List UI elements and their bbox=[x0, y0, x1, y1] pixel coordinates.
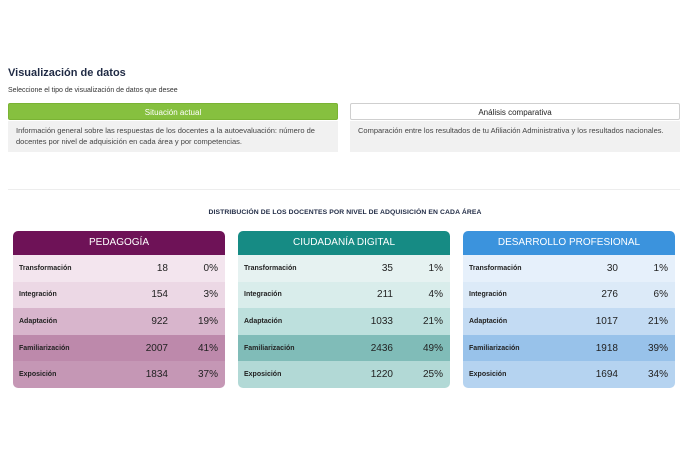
table-row: Transformación 18 0% bbox=[13, 255, 225, 282]
percent-value: 25% bbox=[422, 369, 443, 381]
count-value: 276 bbox=[601, 289, 618, 301]
percent-value: 0% bbox=[203, 262, 218, 274]
count-value: 2007 bbox=[145, 342, 168, 354]
table-row: Familiarización 1918 39% bbox=[463, 334, 675, 362]
table-row: Exposición 1834 37% bbox=[13, 361, 225, 388]
level-label: Exposición bbox=[469, 371, 507, 379]
situacion-actual-description: Información general sobre las respuestas… bbox=[8, 121, 338, 152]
analisis-comparativa-button[interactable]: Análisis comparativa bbox=[350, 103, 680, 120]
count-value: 35 bbox=[381, 262, 393, 274]
percent-value: 3% bbox=[203, 289, 218, 301]
percent-value: 1% bbox=[428, 262, 443, 274]
percent-value: 21% bbox=[647, 315, 668, 327]
count-value: 1918 bbox=[595, 342, 618, 354]
table-row: Transformación 30 1% bbox=[463, 255, 675, 282]
percent-value: 41% bbox=[197, 342, 218, 354]
table-row: Transformación 35 1% bbox=[238, 255, 450, 282]
table-row: Adaptación 922 19% bbox=[13, 308, 225, 335]
card-pedagogia: PEDAGOGÍA Transformación 18 0% Integración… bbox=[13, 231, 225, 388]
table-row: Exposición 1694 34% bbox=[463, 361, 675, 388]
count-value: 2436 bbox=[370, 342, 393, 354]
count-value: 211 bbox=[377, 289, 393, 301]
percent-value: 49% bbox=[422, 342, 443, 354]
level-label: Integración bbox=[469, 291, 507, 299]
section-divider bbox=[8, 189, 680, 190]
count-value: 1220 bbox=[370, 369, 393, 381]
level-label: Integración bbox=[19, 291, 57, 299]
table-row: Familiarización 2007 41% bbox=[13, 334, 225, 362]
percent-value: 34% bbox=[647, 369, 668, 381]
level-label: Integración bbox=[244, 291, 282, 299]
page-subtitle: Seleccione el tipo de visualización de d… bbox=[8, 87, 178, 94]
count-value: 1834 bbox=[145, 369, 168, 381]
level-label: Adaptación bbox=[19, 317, 58, 325]
level-label: Adaptación bbox=[244, 317, 283, 325]
situacion-actual-button[interactable]: Situación actual bbox=[8, 103, 338, 120]
table-row: Adaptación 1033 21% bbox=[238, 308, 450, 335]
count-value: 30 bbox=[606, 262, 618, 274]
card-title: PEDAGOGÍA bbox=[13, 231, 225, 255]
percent-value: 1% bbox=[653, 262, 668, 274]
table-row: Exposición 1220 25% bbox=[238, 361, 450, 388]
level-label: Exposición bbox=[244, 371, 282, 379]
percent-value: 37% bbox=[197, 369, 218, 381]
count-value: 1017 bbox=[595, 315, 618, 327]
analisis-comparativa-description: Comparación entre los resultados de tu A… bbox=[350, 121, 680, 152]
card-ciudadania-digital: CIUDADANÍA DIGITAL Transformación 35 1% In… bbox=[238, 231, 450, 388]
level-label: Familiarización bbox=[469, 344, 520, 352]
card-title: CIUDADANÍA DIGITAL bbox=[238, 231, 450, 255]
page-title: Visualización de datos bbox=[8, 67, 126, 79]
level-label: Transformación bbox=[244, 264, 297, 272]
count-value: 1033 bbox=[370, 315, 393, 327]
card-title: DESARROLLO PROFESIONAL bbox=[463, 231, 675, 255]
distribution-section-title: DISTRIBUCIÓN DE LOS DOCENTES POR NIVEL D… bbox=[208, 209, 482, 216]
percent-value: 6% bbox=[653, 289, 668, 301]
table-row: Integración 154 3% bbox=[13, 281, 225, 309]
count-value: 18 bbox=[156, 262, 168, 274]
level-label: Exposición bbox=[19, 371, 57, 379]
count-value: 1694 bbox=[595, 369, 618, 381]
level-label: Familiarización bbox=[244, 344, 295, 352]
percent-value: 39% bbox=[647, 342, 668, 354]
percent-value: 19% bbox=[197, 315, 218, 327]
level-label: Familiarización bbox=[19, 344, 70, 352]
table-row: Integración 276 6% bbox=[463, 281, 675, 309]
count-value: 922 bbox=[151, 315, 168, 327]
percent-value: 21% bbox=[422, 315, 443, 327]
table-row: Integración 211 4% bbox=[238, 281, 450, 309]
table-row: Adaptación 1017 21% bbox=[463, 308, 675, 335]
percent-value: 4% bbox=[428, 289, 443, 301]
table-row: Familiarización 2436 49% bbox=[238, 334, 450, 362]
level-label: Transformación bbox=[19, 264, 72, 272]
count-value: 154 bbox=[151, 289, 168, 301]
level-label: Transformación bbox=[469, 264, 522, 272]
level-label: Adaptación bbox=[469, 317, 508, 325]
card-desarrollo-profesional: DESARROLLO PROFESIONAL Transformación 30 1… bbox=[463, 231, 675, 388]
